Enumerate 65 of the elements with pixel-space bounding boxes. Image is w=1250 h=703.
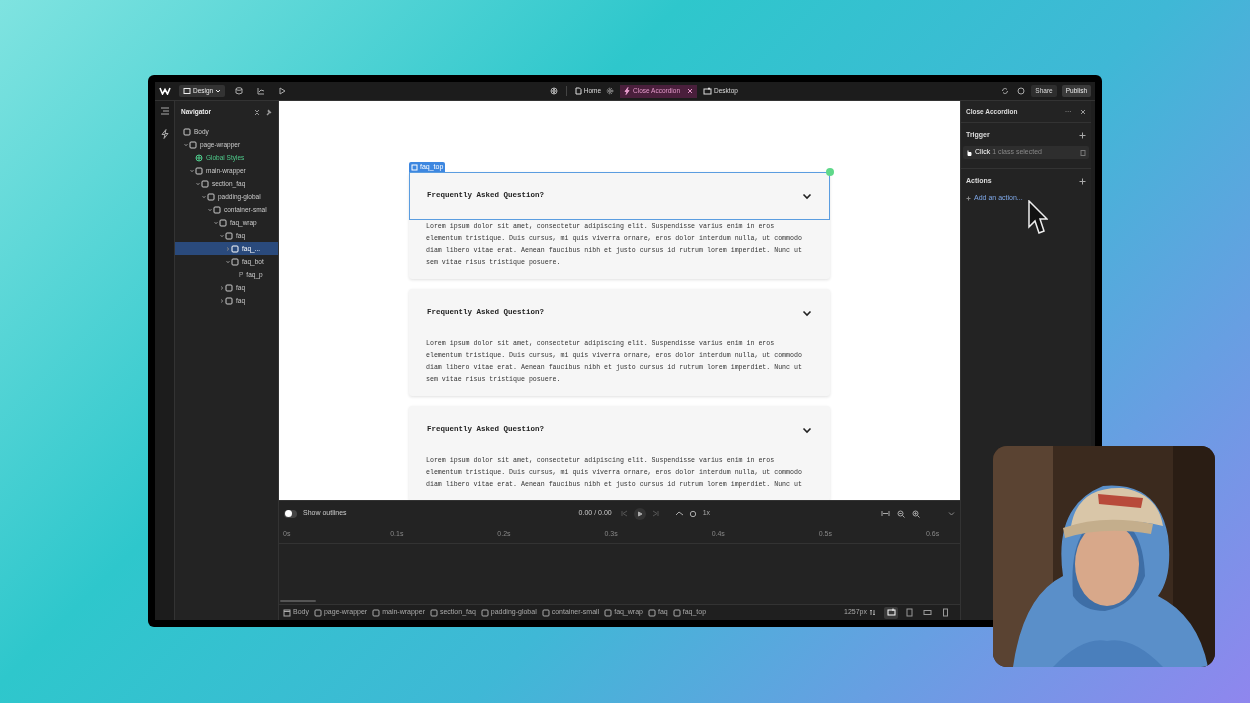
toggle-switch[interactable]: [284, 509, 297, 518]
collapse-icon[interactable]: [254, 108, 260, 116]
device-button[interactable]: [884, 606, 898, 619]
bolt-icon: [624, 87, 631, 95]
play-button[interactable]: [633, 507, 646, 520]
logo-icon: [159, 87, 171, 95]
box-icon: [225, 283, 233, 292]
bolt-icon[interactable]: [160, 129, 169, 139]
settings-icon[interactable]: [606, 87, 615, 95]
resize-icon[interactable]: [869, 609, 876, 617]
zoom-out-icon[interactable]: [897, 509, 905, 518]
fit-icon[interactable]: [881, 510, 890, 518]
box-icon: [225, 296, 233, 305]
body-icon: [283, 608, 291, 617]
scrollbar[interactable]: [280, 600, 316, 603]
box-icon: [429, 608, 438, 617]
plus-icon[interactable]: [1079, 177, 1086, 185]
box-icon: [604, 608, 613, 617]
caret-icon: [215, 88, 222, 94]
box-icon: [313, 608, 322, 617]
box-icon: [207, 192, 215, 201]
add-handle[interactable]: [826, 168, 834, 176]
zoom-in-icon[interactable]: [912, 509, 920, 518]
box-icon: [372, 608, 381, 617]
box-icon: [672, 608, 681, 617]
sync-icon[interactable]: [1001, 87, 1010, 95]
box-icon: [648, 608, 656, 617]
globe-icon[interactable]: [549, 87, 558, 95]
plus-icon: [966, 195, 971, 201]
box-icon: [231, 244, 239, 253]
box-icon: [231, 257, 239, 266]
box-icon: [225, 231, 233, 240]
box-icon: [480, 608, 489, 617]
landscape-icon: [922, 608, 932, 618]
box-icon: [219, 218, 227, 227]
close-icon[interactable]: [1080, 108, 1086, 115]
more-icon[interactable]: [1065, 110, 1072, 113]
chevron-down-icon[interactable]: [802, 192, 812, 200]
page-icon: [574, 87, 582, 95]
chart-icon[interactable]: [257, 87, 266, 95]
tablet-icon: [904, 608, 914, 618]
chevron-down-icon[interactable]: [802, 309, 812, 317]
pointer-icon: [1028, 200, 1048, 236]
close-icon[interactable]: [687, 88, 693, 94]
desktop-icon: [703, 87, 712, 95]
chevron-down-icon[interactable]: [802, 426, 812, 434]
trash-icon[interactable]: [1080, 149, 1086, 156]
box-icon: [201, 179, 209, 188]
phone-icon: [940, 608, 950, 618]
box-icon: [183, 127, 191, 136]
play-icon[interactable]: [278, 87, 287, 95]
pin-icon[interactable]: [266, 108, 272, 116]
design-icon: [183, 87, 191, 95]
box-icon: [541, 608, 550, 617]
play-icon: [636, 510, 643, 517]
box-icon: [213, 205, 221, 214]
globe-icon: [195, 153, 203, 162]
box-icon: [411, 163, 418, 171]
desktop-icon: [886, 608, 896, 618]
plus-icon[interactable]: [1079, 131, 1086, 139]
easing-icon[interactable]: [674, 510, 684, 518]
menu-icon[interactable]: [159, 107, 170, 115]
box-icon: [195, 166, 203, 175]
database-icon[interactable]: [235, 87, 244, 95]
box-icon: [189, 140, 197, 149]
